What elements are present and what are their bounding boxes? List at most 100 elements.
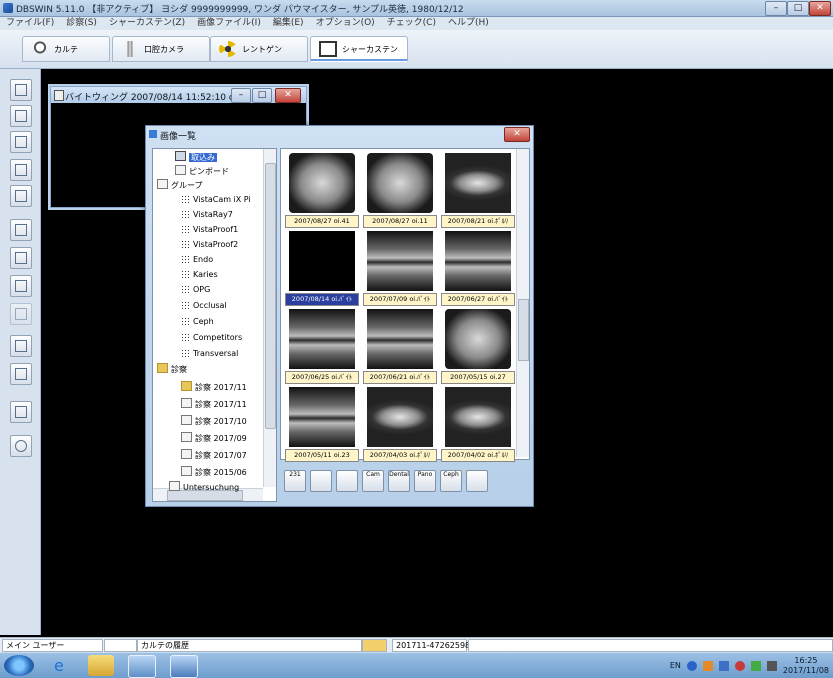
tree-node-vistaproof1[interactable]: VistaProof1 bbox=[181, 224, 238, 236]
computer-icon bbox=[175, 151, 186, 161]
tree-node-pinboard[interactable]: ピンボード bbox=[175, 165, 229, 177]
thumbnail-item[interactable]: 2007/08/14 oi.ﾊﾞｲﾄ bbox=[285, 229, 359, 306]
tab-lightbox[interactable]: シャーカステン bbox=[310, 36, 408, 62]
thumbnail-item[interactable]: 2007/08/27 oi.41 bbox=[285, 151, 359, 228]
tray-icon-b[interactable] bbox=[718, 660, 729, 671]
menu-file[interactable]: ファイル(F) bbox=[6, 17, 54, 30]
tree-node-transversal[interactable]: Transversal bbox=[181, 348, 238, 360]
tooth-filter-tool[interactable] bbox=[310, 470, 332, 492]
layout-tool-button[interactable] bbox=[10, 159, 32, 181]
lock-tool-button[interactable] bbox=[10, 401, 32, 423]
tab-intraoral-camera[interactable]: 口腔カメラ bbox=[112, 36, 210, 62]
number-sort-tool[interactable]: 231 bbox=[284, 470, 306, 492]
tab-chart[interactable]: カルテ bbox=[22, 36, 110, 62]
compare-tool-button[interactable] bbox=[10, 185, 32, 207]
ime-icon[interactable] bbox=[686, 660, 697, 671]
bitewing-window-titlebar[interactable]: バイトウィング 2007/08/14 11:52:10 orig... – □ … bbox=[51, 87, 306, 103]
image-list-titlebar[interactable]: 画像一覧 ✕ bbox=[146, 126, 533, 143]
ceph-filter-tool[interactable]: Ceph bbox=[440, 470, 462, 492]
menu-lightbox[interactable]: シャーカステン(Z) bbox=[109, 17, 185, 30]
tree-node-occlusal[interactable]: Occlusal bbox=[181, 300, 227, 312]
thumbnail-item[interactable]: 2007/07/09 oi.ﾊﾞｲﾄ bbox=[363, 229, 437, 306]
image-list-dialog[interactable]: 画像一覧 ✕ 取込み ピンボード グループ VistaCam iX Pi Vis… bbox=[145, 125, 534, 507]
menu-edit[interactable]: 編集(E) bbox=[273, 17, 304, 30]
disabled-tool-button[interactable] bbox=[10, 303, 32, 325]
dbswin-taskbar-icon[interactable] bbox=[128, 655, 156, 678]
export-tool-button[interactable] bbox=[10, 219, 32, 241]
dental-filter-tool[interactable]: Dental bbox=[388, 470, 410, 492]
thumbnail-item[interactable]: 2007/06/25 oi.ﾊﾞｲﾄ bbox=[285, 307, 359, 384]
tree-scroll-thumb[interactable] bbox=[265, 163, 276, 429]
import-tool-button[interactable] bbox=[10, 79, 32, 101]
tree-node-endo[interactable]: Endo bbox=[181, 254, 213, 266]
tree-node-exam-6[interactable]: 診察 2015/06 bbox=[181, 466, 247, 478]
close-button[interactable]: ✕ bbox=[809, 1, 831, 16]
bitewing-maximize-button[interactable]: □ bbox=[252, 88, 272, 103]
tree-node-exam-5[interactable]: 診察 2017/07 bbox=[181, 449, 247, 461]
menu-options[interactable]: オプション(O) bbox=[316, 17, 375, 30]
thumbnail-scrollbar[interactable] bbox=[516, 149, 529, 457]
explorer-taskbar-icon[interactable] bbox=[88, 655, 114, 676]
tree-node-ceph[interactable]: Ceph bbox=[181, 316, 214, 328]
menu-check[interactable]: チェック(C) bbox=[387, 17, 436, 30]
menu-image-file[interactable]: 画像ファイル(I) bbox=[197, 17, 261, 30]
tree-node-exam-2[interactable]: 診察 2017/11 bbox=[181, 398, 247, 410]
save-tool-button[interactable] bbox=[10, 105, 32, 127]
bitewing-close-button[interactable]: ✕ bbox=[275, 88, 301, 103]
thumbnail-item[interactable]: 2007/05/15 oi.27 bbox=[441, 307, 515, 384]
tray-icon-a[interactable] bbox=[702, 660, 713, 671]
system-clock[interactable]: 16:25 2017/11/08 bbox=[783, 656, 829, 676]
language-indicator[interactable]: EN bbox=[670, 661, 681, 670]
dbswin-viewer-taskbar-icon[interactable] bbox=[170, 655, 198, 678]
bitewing-minimize-button[interactable]: – bbox=[231, 88, 251, 103]
xray-thumbnail-image bbox=[445, 387, 511, 447]
cam-filter-tool[interactable]: Cam bbox=[362, 470, 384, 492]
print-tool-button[interactable] bbox=[10, 335, 32, 357]
minimize-button[interactable]: – bbox=[765, 1, 787, 16]
tree-node-opg[interactable]: OPG bbox=[181, 284, 210, 296]
thumbnail-item[interactable]: 2007/05/11 oi.23 bbox=[285, 385, 359, 462]
new-page-tool-button[interactable] bbox=[10, 131, 32, 153]
tree-node-untersuchung[interactable]: Untersuchung bbox=[169, 481, 239, 493]
image-group-tree[interactable]: 取込み ピンボード グループ VistaCam iX Pi VistaRay7 … bbox=[152, 148, 277, 502]
tree-node-exam-4[interactable]: 診察 2017/09 bbox=[181, 432, 247, 444]
thumbnail-scroll-thumb[interactable] bbox=[518, 299, 529, 361]
start-button[interactable] bbox=[4, 655, 34, 676]
group-icon bbox=[157, 179, 168, 189]
thumbnail-item[interactable]: 2007/06/27 oi.ﾊﾞｲﾄ bbox=[441, 229, 515, 306]
magnify-tool[interactable] bbox=[336, 470, 358, 492]
fit-tool-button[interactable] bbox=[10, 247, 32, 269]
tray-icon-c[interactable] bbox=[734, 660, 745, 671]
menu-exam[interactable]: 診察(S) bbox=[66, 17, 97, 30]
thumbnail-item[interactable]: 2007/08/27 oi.11 bbox=[363, 151, 437, 228]
disc-tool-button[interactable] bbox=[10, 435, 32, 457]
tree-node-vistaproof2[interactable]: VistaProof2 bbox=[181, 239, 238, 251]
tree-node-vistacam[interactable]: VistaCam iX Pi bbox=[181, 194, 251, 206]
speaker-icon[interactable] bbox=[766, 660, 777, 671]
thumbnail-item[interactable]: 2007/04/02 oi.ﾎﾟﾙﾘ bbox=[441, 385, 515, 462]
tab-xray[interactable]: レントゲン bbox=[210, 36, 308, 62]
tree-node-import[interactable]: 取込み bbox=[175, 151, 217, 163]
tree-node-exam-3[interactable]: 診察 2017/10 bbox=[181, 415, 247, 427]
tree-node-competitors[interactable]: Competitors bbox=[181, 332, 242, 344]
info-tool-button[interactable] bbox=[10, 363, 32, 385]
thumbnail-item[interactable]: 2007/04/03 oi.ﾎﾟﾙﾘ bbox=[363, 385, 437, 462]
network-icon[interactable] bbox=[750, 660, 761, 671]
pano-filter-tool[interactable]: Pano bbox=[414, 470, 436, 492]
tree-node-karies[interactable]: Karies bbox=[181, 269, 218, 281]
thumbnail-grid[interactable]: 2007/08/27 oi.41 2007/08/27 oi.11 2007/08/… bbox=[280, 148, 530, 462]
thumbnail-item[interactable]: 2007/06/21 oi.ﾊﾞｲﾄ bbox=[363, 307, 437, 384]
tree-node-exam-1[interactable]: 診察 2017/11 bbox=[181, 381, 247, 393]
tree-node-exams[interactable]: 診察 bbox=[157, 363, 187, 375]
image-group-icon bbox=[181, 270, 190, 278]
tree-node-groups[interactable]: グループ bbox=[157, 179, 203, 191]
ie-taskbar-icon[interactable]: e bbox=[48, 655, 74, 676]
maximize-button[interactable]: □ bbox=[787, 1, 809, 16]
extra-filter-tool[interactable] bbox=[466, 470, 488, 492]
image-list-close-button[interactable]: ✕ bbox=[504, 127, 530, 142]
thumbnail-item[interactable]: 2007/08/21 oi.ﾎﾟﾙﾘ bbox=[441, 151, 515, 228]
menu-help[interactable]: ヘルプ(H) bbox=[448, 17, 489, 30]
tree-vertical-scrollbar[interactable] bbox=[263, 149, 276, 487]
measure-tool-button[interactable] bbox=[10, 275, 32, 297]
tree-node-vistaray7[interactable]: VistaRay7 bbox=[181, 209, 233, 221]
